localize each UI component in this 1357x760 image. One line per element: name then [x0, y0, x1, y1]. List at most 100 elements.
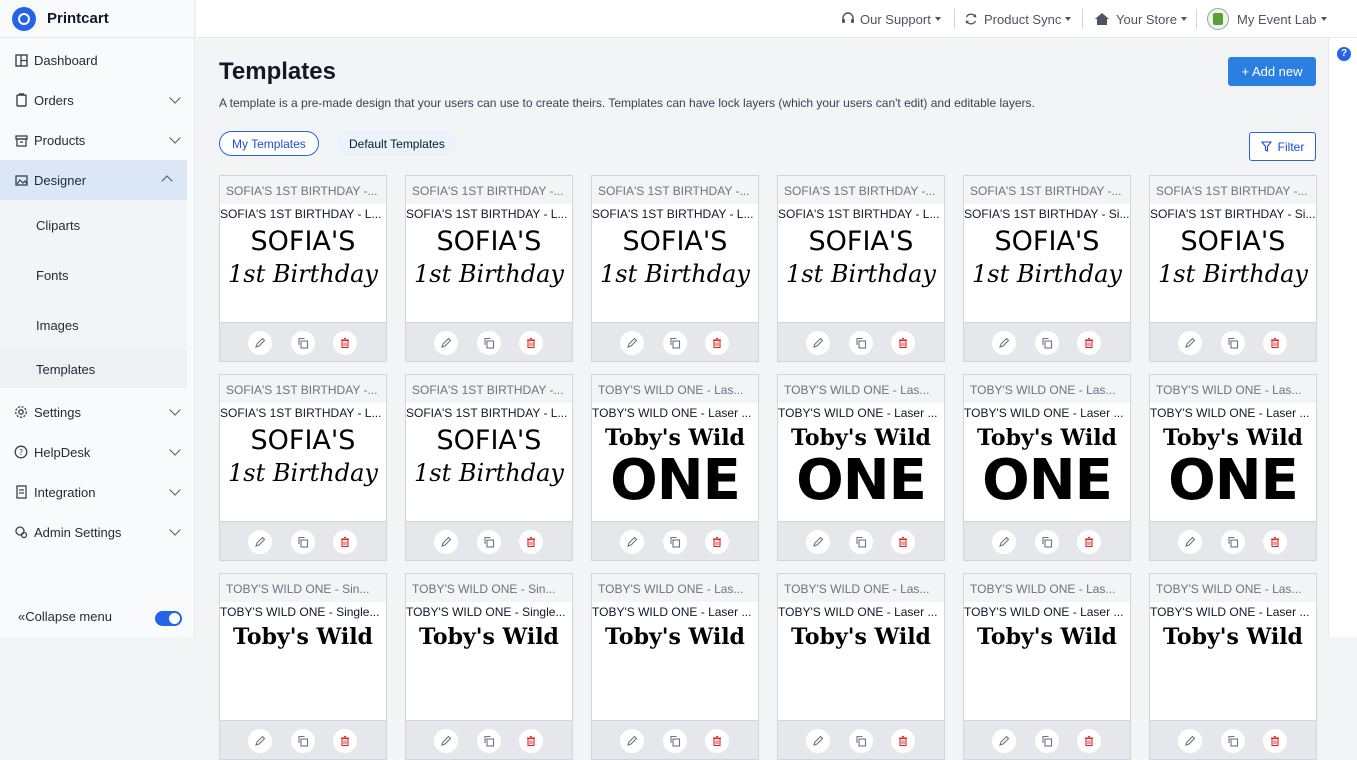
template-preview[interactable]: Toby's Wild ONE — [964, 423, 1130, 521]
delete-button[interactable] — [1077, 331, 1101, 355]
sidebar-item-integration[interactable]: Integration — [0, 472, 195, 512]
delete-button[interactable] — [891, 331, 915, 355]
delete-button[interactable] — [1263, 729, 1287, 753]
duplicate-button[interactable] — [663, 530, 687, 554]
duplicate-button[interactable] — [1035, 729, 1059, 753]
template-card[interactable]: TOBY'S WILD ONE - Las... TOBY'S WILD ONE … — [1149, 374, 1317, 561]
template-card[interactable]: SOFIA'S 1ST BIRTHDAY -... SOFIA'S 1ST BIR… — [405, 175, 573, 362]
brand-logo[interactable]: Printcart — [0, 0, 194, 38]
edit-button[interactable] — [434, 331, 458, 355]
edit-button[interactable] — [620, 729, 644, 753]
product-sync-menu[interactable]: Product Sync — [964, 0, 1072, 38]
duplicate-button[interactable] — [849, 729, 873, 753]
delete-button[interactable] — [705, 729, 729, 753]
delete-button[interactable] — [705, 530, 729, 554]
sidebar-item-settings[interactable]: Settings — [0, 392, 195, 432]
duplicate-button[interactable] — [663, 331, 687, 355]
edit-button[interactable] — [434, 530, 458, 554]
delete-button[interactable] — [891, 530, 915, 554]
template-preview[interactable]: Toby's Wild ONE — [778, 423, 944, 521]
edit-button[interactable] — [620, 530, 644, 554]
template-card[interactable]: SOFIA'S 1ST BIRTHDAY -... SOFIA'S 1ST BIR… — [219, 374, 387, 561]
template-card[interactable]: SOFIA'S 1ST BIRTHDAY -... SOFIA'S 1ST BIR… — [1149, 175, 1317, 362]
sidebar-item-helpdesk[interactable]: ? HelpDesk — [0, 432, 195, 472]
edit-button[interactable] — [992, 331, 1016, 355]
template-card[interactable]: SOFIA'S 1ST BIRTHDAY -... SOFIA'S 1ST BIR… — [963, 175, 1131, 362]
our-support-menu[interactable]: Our Support — [841, 0, 941, 38]
template-preview[interactable]: SOFIA'S 1st Birthday — [406, 423, 572, 521]
duplicate-button[interactable] — [291, 530, 315, 554]
tab-default-templates[interactable]: Default Templates — [337, 131, 457, 156]
sidebar-subitem-cliparts[interactable]: Cliparts — [0, 200, 187, 250]
sidebar-item-orders[interactable]: Orders — [0, 80, 195, 120]
delete-button[interactable] — [519, 530, 543, 554]
edit-button[interactable] — [1178, 331, 1202, 355]
delete-button[interactable] — [333, 729, 357, 753]
collapse-menu-button[interactable]: «Collapse menu — [18, 609, 112, 624]
template-card[interactable]: SOFIA'S 1ST BIRTHDAY -... SOFIA'S 1ST BIR… — [219, 175, 387, 362]
template-card[interactable]: TOBY'S WILD ONE - Sin... TOBY'S WILD ONE … — [405, 573, 573, 760]
template-card[interactable]: TOBY'S WILD ONE - Las... TOBY'S WILD ONE … — [1149, 573, 1317, 760]
sidebar-subitem-images[interactable]: Images — [0, 300, 187, 350]
duplicate-button[interactable] — [1035, 530, 1059, 554]
template-card[interactable]: TOBY'S WILD ONE - Sin... TOBY'S WILD ONE … — [219, 573, 387, 760]
tab-my-templates[interactable]: My Templates — [219, 131, 319, 156]
edit-button[interactable] — [1178, 530, 1202, 554]
edit-button[interactable] — [248, 729, 272, 753]
sidebar-item-dashboard[interactable]: Dashboard — [0, 40, 195, 80]
duplicate-button[interactable] — [663, 729, 687, 753]
sidebar-item-products[interactable]: Products — [0, 120, 195, 160]
template-card[interactable]: SOFIA'S 1ST BIRTHDAY -... SOFIA'S 1ST BIR… — [591, 175, 759, 362]
duplicate-button[interactable] — [849, 530, 873, 554]
template-card[interactable]: TOBY'S WILD ONE - Las... TOBY'S WILD ONE … — [963, 374, 1131, 561]
add-new-button[interactable]: + Add new — [1228, 57, 1316, 86]
duplicate-button[interactable] — [291, 331, 315, 355]
template-preview[interactable]: SOFIA'S 1st Birthday — [220, 224, 386, 322]
edit-button[interactable] — [434, 729, 458, 753]
edit-button[interactable] — [1178, 729, 1202, 753]
sidebar-item-admin-settings[interactable]: Admin Settings — [0, 512, 195, 552]
edit-button[interactable] — [806, 331, 830, 355]
help-icon[interactable]: ? — [1337, 47, 1351, 61]
delete-button[interactable] — [705, 331, 729, 355]
template-preview[interactable]: SOFIA'S 1st Birthday — [406, 224, 572, 322]
edit-button[interactable] — [992, 530, 1016, 554]
delete-button[interactable] — [1263, 331, 1287, 355]
delete-button[interactable] — [1077, 729, 1101, 753]
template-card[interactable]: TOBY'S WILD ONE - Las... TOBY'S WILD ONE … — [777, 573, 945, 760]
template-card[interactable]: SOFIA'S 1ST BIRTHDAY -... SOFIA'S 1ST BIR… — [405, 374, 573, 561]
delete-button[interactable] — [1077, 530, 1101, 554]
delete-button[interactable] — [519, 729, 543, 753]
filter-button[interactable]: Filter — [1249, 132, 1316, 161]
duplicate-button[interactable] — [291, 729, 315, 753]
duplicate-button[interactable] — [477, 530, 501, 554]
duplicate-button[interactable] — [477, 331, 501, 355]
template-preview[interactable]: SOFIA'S 1st Birthday — [1150, 224, 1316, 322]
delete-button[interactable] — [519, 331, 543, 355]
template-preview[interactable]: SOFIA'S 1st Birthday — [778, 224, 944, 322]
template-preview[interactable]: Toby's Wild ONE — [592, 423, 758, 521]
edit-button[interactable] — [620, 331, 644, 355]
duplicate-button[interactable] — [1035, 331, 1059, 355]
delete-button[interactable] — [891, 729, 915, 753]
edit-button[interactable] — [992, 729, 1016, 753]
account-menu[interactable]: My Event Lab — [1207, 0, 1327, 38]
template-preview[interactable]: SOFIA'S 1st Birthday — [964, 224, 1130, 322]
collapse-menu-toggle[interactable] — [155, 611, 182, 626]
duplicate-button[interactable] — [1221, 729, 1245, 753]
duplicate-button[interactable] — [849, 331, 873, 355]
template-card[interactable]: TOBY'S WILD ONE - Las... TOBY'S WILD ONE … — [591, 374, 759, 561]
delete-button[interactable] — [333, 530, 357, 554]
sidebar-item-designer[interactable]: Designer — [0, 160, 187, 200]
template-preview[interactable]: Toby's Wild ONE — [1150, 423, 1316, 521]
delete-button[interactable] — [333, 331, 357, 355]
template-preview[interactable]: SOFIA'S 1st Birthday — [220, 423, 386, 521]
your-store-menu[interactable]: Your Store — [1094, 0, 1187, 38]
template-card[interactable]: TOBY'S WILD ONE - Las... TOBY'S WILD ONE … — [591, 573, 759, 760]
template-preview[interactable]: SOFIA'S 1st Birthday — [592, 224, 758, 322]
duplicate-button[interactable] — [1221, 331, 1245, 355]
duplicate-button[interactable] — [1221, 530, 1245, 554]
edit-button[interactable] — [806, 530, 830, 554]
sidebar-subitem-fonts[interactable]: Fonts — [0, 250, 187, 300]
template-card[interactable]: TOBY'S WILD ONE - Las... TOBY'S WILD ONE … — [777, 374, 945, 561]
